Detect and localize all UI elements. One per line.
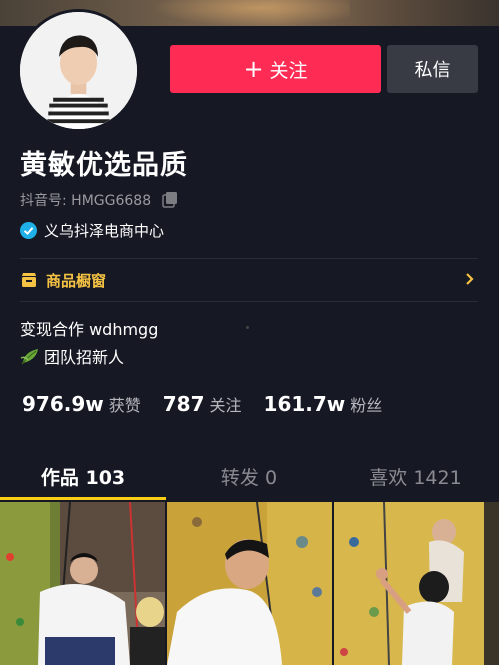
tab-reposts[interactable]: 转发 0 bbox=[166, 452, 332, 500]
stats-row: 976.9w 获赞 787 关注 161.7w 粉丝 bbox=[22, 392, 404, 416]
divider bbox=[20, 301, 478, 302]
profile-name: 黄敏优选品质 bbox=[20, 150, 188, 181]
shop-label: 商品橱窗 bbox=[46, 271, 107, 290]
message-button[interactable]: 私信 bbox=[387, 45, 478, 93]
tab-works[interactable]: 作品 103 bbox=[0, 452, 166, 500]
verified-label: 义乌抖泽电商中心 bbox=[44, 222, 165, 240]
bio-line: 变现合作 wdhmgg bbox=[20, 320, 159, 339]
follow-label: 关注 bbox=[269, 59, 308, 82]
video-thumbnail[interactable] bbox=[167, 502, 332, 665]
chevron-right-icon bbox=[466, 273, 474, 285]
followers-label[interactable]: 粉丝 bbox=[350, 392, 382, 416]
verified-check-icon bbox=[20, 222, 37, 239]
profile-tabs: 作品 103 转发 0 喜欢 1421 bbox=[0, 452, 499, 500]
video-thumbnail[interactable] bbox=[0, 502, 165, 665]
follow-button[interactable]: + 关注 bbox=[170, 45, 381, 93]
bio-line-text: 团队招新人 bbox=[44, 348, 125, 367]
followers-count[interactable]: 161.7w bbox=[264, 392, 346, 416]
following-count[interactable]: 787 bbox=[163, 392, 205, 416]
following-label[interactable]: 关注 bbox=[210, 392, 242, 416]
plus-icon: + bbox=[243, 55, 264, 83]
copy-icon[interactable] bbox=[161, 191, 179, 209]
verified-row: 义乌抖泽电商中心 bbox=[20, 220, 164, 241]
divider bbox=[20, 258, 478, 259]
bio-line: 团队招新人 bbox=[20, 344, 124, 368]
shop-window-row[interactable]: 商品橱窗 bbox=[20, 268, 478, 292]
likes-label: 获赞 bbox=[108, 396, 141, 415]
leaf-icon bbox=[20, 349, 38, 365]
message-label: 私信 bbox=[414, 60, 451, 81]
likes-count: 976.9w bbox=[22, 392, 104, 416]
douyin-id-row: 抖音号: HMGG6688 bbox=[20, 190, 179, 210]
tab-active-indicator bbox=[0, 497, 166, 500]
video-grid bbox=[0, 502, 499, 665]
tab-likes[interactable]: 喜欢 1421 bbox=[332, 452, 499, 500]
avatar[interactable] bbox=[17, 9, 140, 132]
decor-dot bbox=[246, 326, 249, 329]
video-thumbnail[interactable] bbox=[334, 502, 499, 665]
douyin-id: 抖音号: HMGG6688 bbox=[20, 193, 152, 209]
shop-icon bbox=[22, 273, 36, 287]
